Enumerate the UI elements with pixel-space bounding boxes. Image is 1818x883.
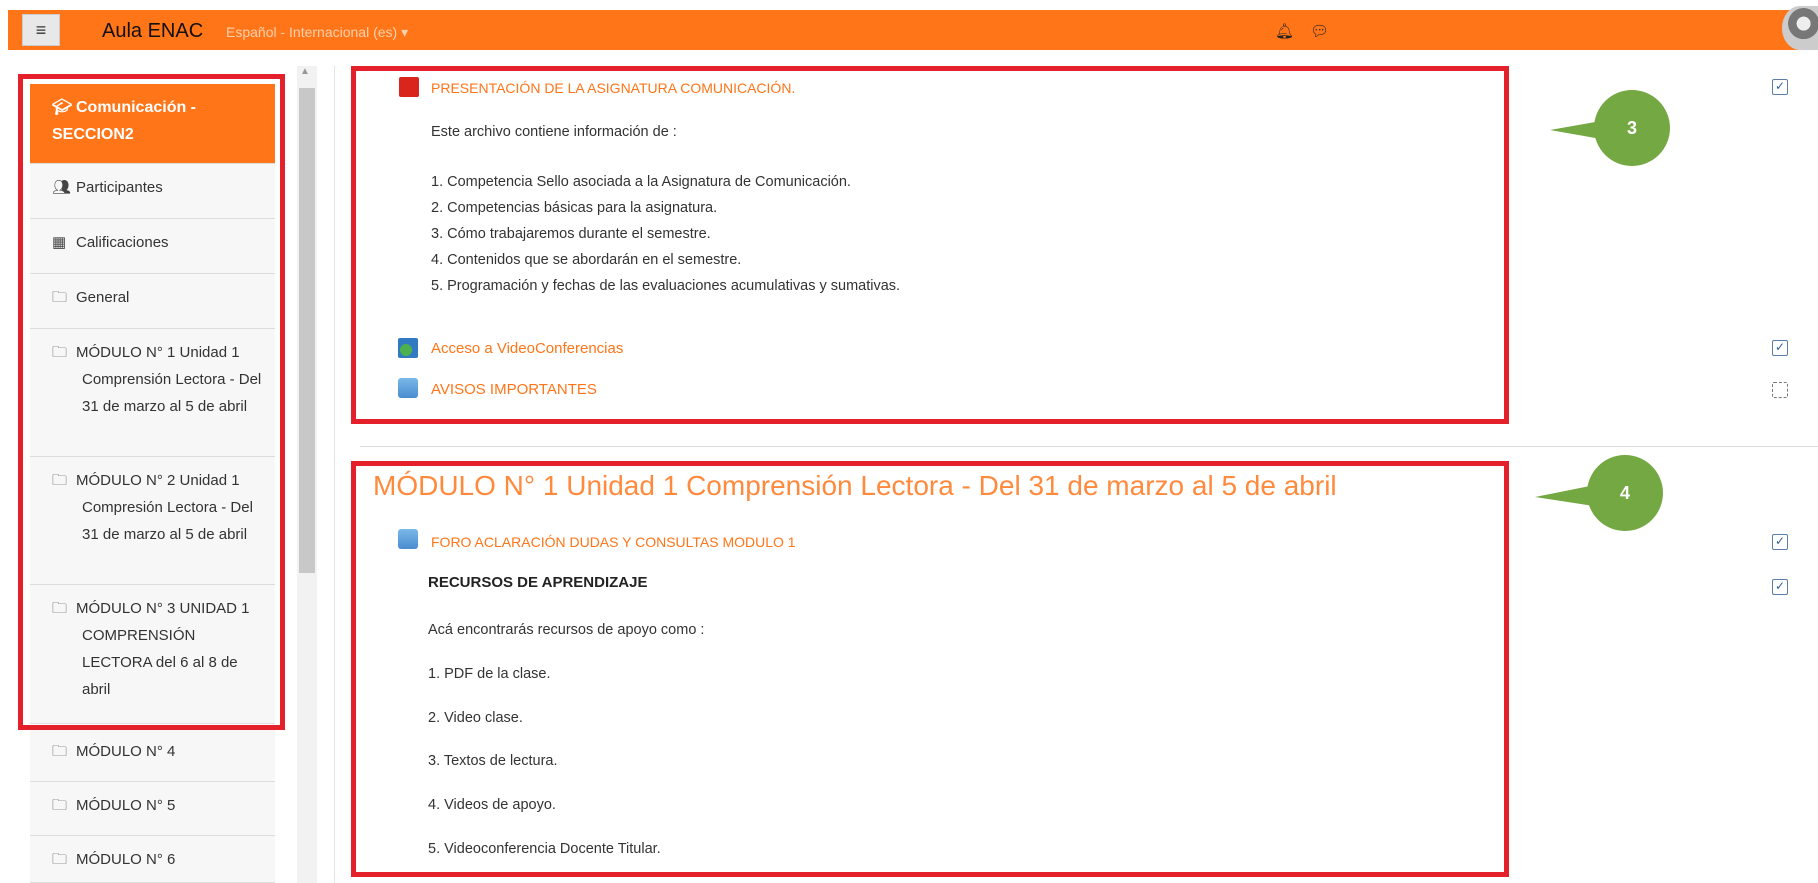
scrollbar-thumb[interactable]	[299, 88, 315, 573]
site-name[interactable]: Aula ENAC	[102, 20, 203, 43]
avatar[interactable]	[1782, 6, 1818, 50]
sidebar-item-modulo-6[interactable]: 🗀︎ MÓDULO N° 6	[30, 836, 275, 883]
sidebar-item-label: MÓDULO N° 6	[76, 851, 176, 868]
section-divider	[360, 446, 1818, 447]
completion-checkbox[interactable]: ✓	[1772, 340, 1788, 356]
completion-checkbox[interactable]: ✓	[1772, 579, 1788, 595]
general-highlight-box	[351, 66, 1509, 424]
bell-icon[interactable]: 🔔︎	[1275, 22, 1294, 40]
hamburger-icon[interactable]: ≡	[22, 14, 60, 46]
folder-icon: 🗀︎	[52, 851, 68, 868]
sidebar-item-label: MÓDULO N° 5	[76, 797, 176, 814]
sidebar-item-modulo-4[interactable]: 🗀︎ MÓDULO N° 4	[30, 728, 275, 782]
sidebar-highlight-box	[18, 74, 285, 730]
scroll-up-arrow-icon[interactable]: ▲	[300, 66, 310, 77]
completion-checkbox[interactable]: ✓	[1772, 534, 1788, 550]
callout-badge: 3	[1594, 90, 1670, 166]
callout-badge: 4	[1587, 455, 1663, 531]
completion-checkbox[interactable]: ✓	[1772, 79, 1788, 95]
folder-icon: 🗀︎	[52, 797, 68, 814]
chat-bubble-icon[interactable]: 💬︎	[1310, 22, 1329, 40]
drawer-divider	[334, 66, 335, 883]
completion-checkbox[interactable]: ✓	[1772, 382, 1788, 398]
sidebar-item-label: MÓDULO N° 4	[76, 743, 176, 760]
module-highlight-box	[351, 461, 1509, 877]
folder-icon: 🗀︎	[52, 743, 68, 760]
language-selector[interactable]: Español - Internacional (es) ▾	[226, 24, 408, 41]
sidebar-item-modulo-5[interactable]: 🗀︎ MÓDULO N° 5	[30, 782, 275, 836]
